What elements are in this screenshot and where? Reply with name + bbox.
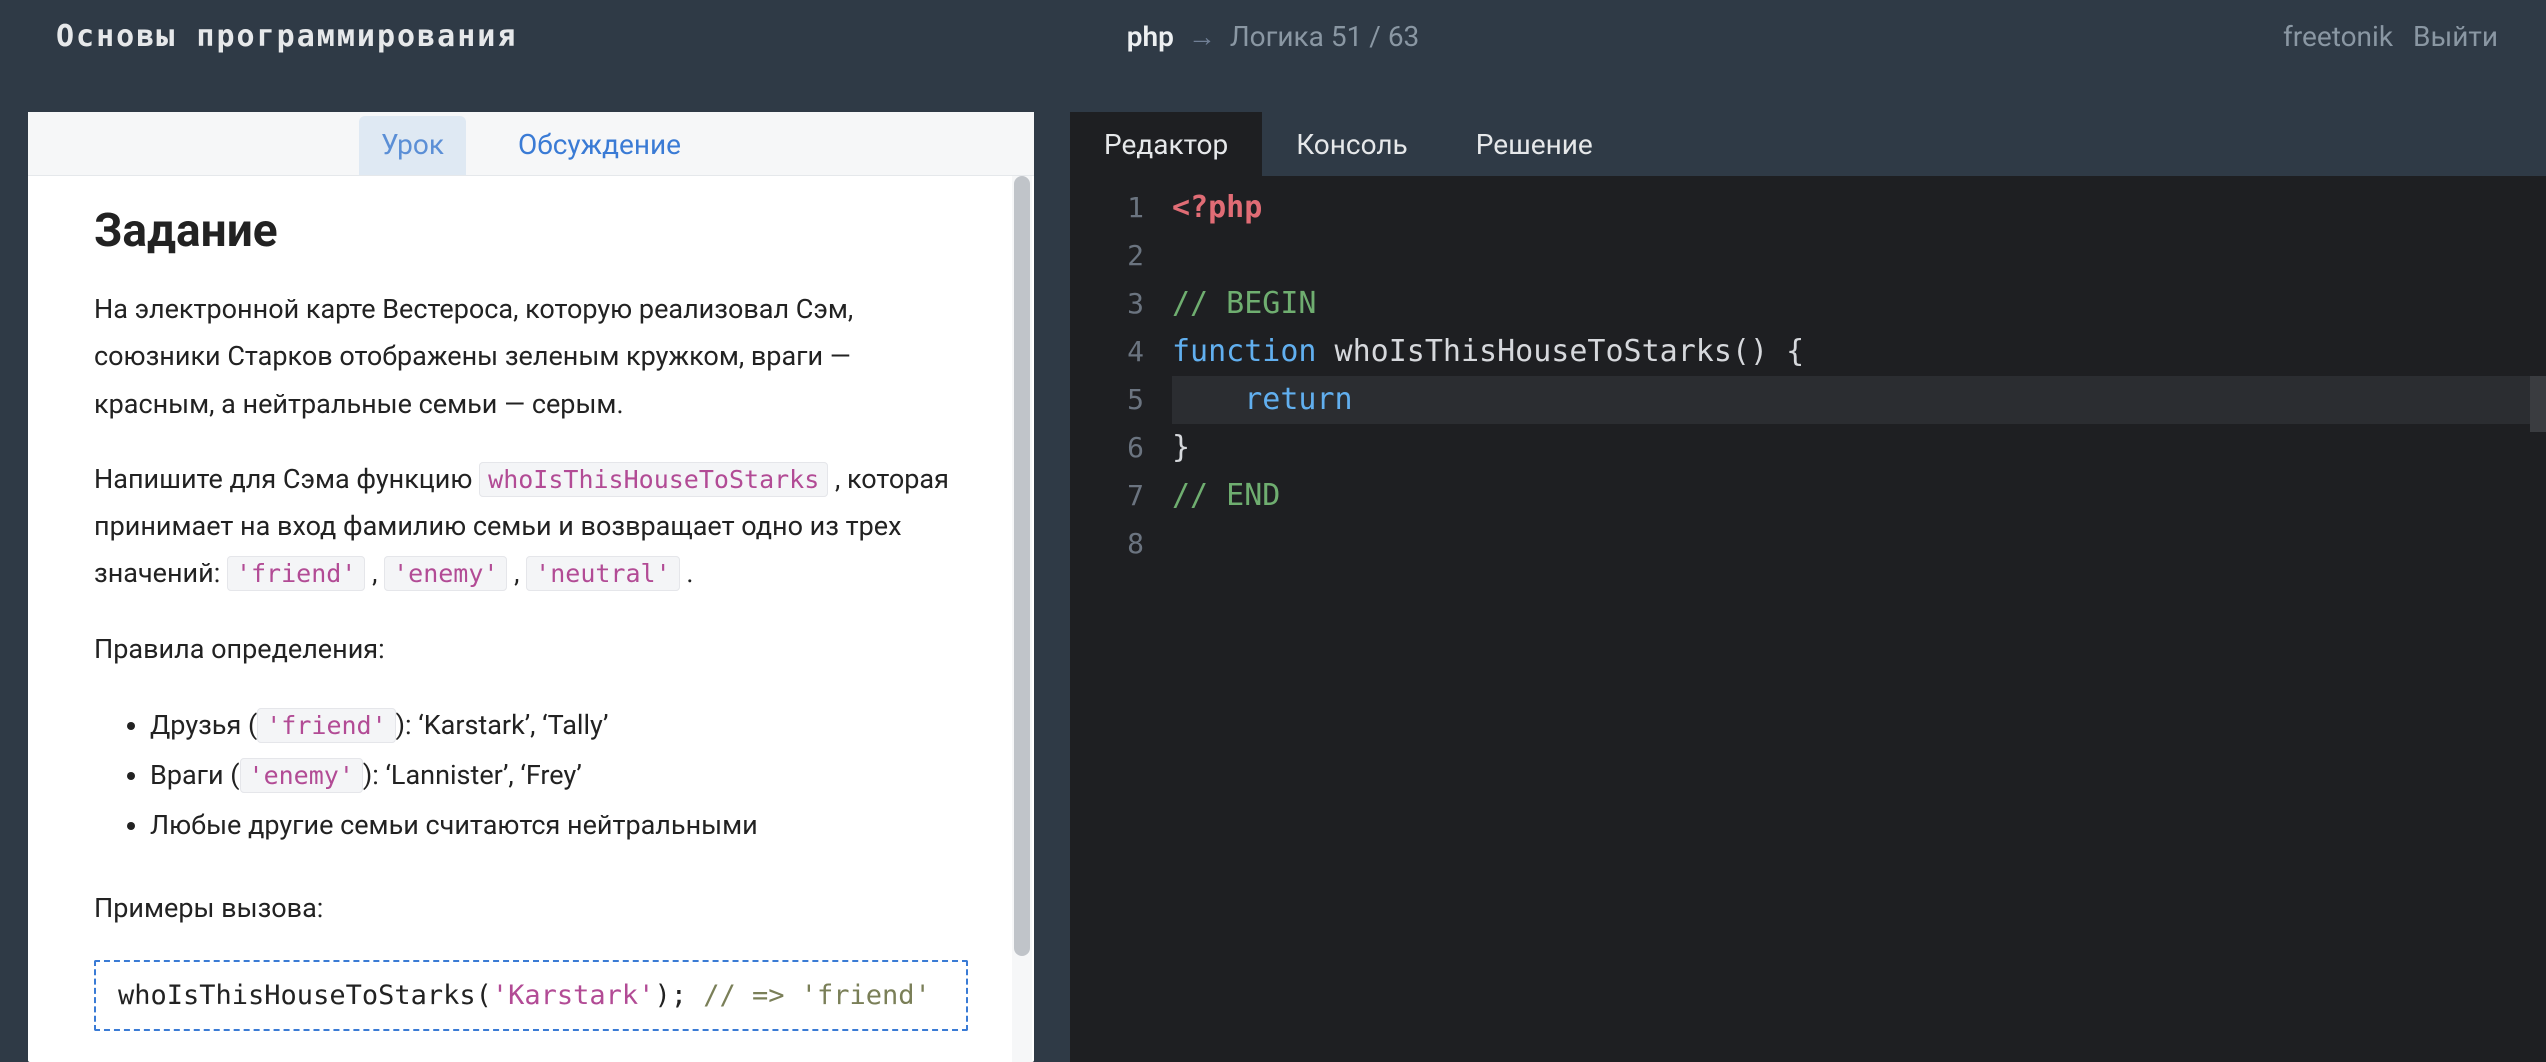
token-keyword: function <box>1172 334 1317 369</box>
left-scrollbar-thumb[interactable] <box>1014 176 1030 956</box>
app-title: Основы программирования <box>56 19 517 54</box>
token-php-open: <?php <box>1172 190 1262 225</box>
assignment-heading: Задание <box>94 204 968 258</box>
code-area[interactable]: <?php // BEGIN function whoIsThisHouseTo… <box>1172 176 2546 1062</box>
line-number: 8 <box>1070 520 1172 568</box>
p2-dot: . <box>680 557 694 589</box>
rule2-b: ): ‘Lannister’, ‘Frey’ <box>363 759 582 791</box>
code-fn-name: whoIsThisHouseToStarks <box>479 462 828 497</box>
rule-neutral: Любые другие семьи считаются нейтральным… <box>150 801 968 851</box>
code-enemy: 'enemy' <box>384 556 507 591</box>
ex-arg: 'Karstark' <box>492 980 655 1011</box>
code-friend: 'friend' <box>227 556 365 591</box>
token-indent <box>1172 382 1244 417</box>
code-line[interactable]: // END <box>1172 472 2546 520</box>
code-line[interactable]: function whoIsThisHouseToStarks() { <box>1172 328 2546 376</box>
code-line[interactable]: // BEGIN <box>1172 280 2546 328</box>
tab-solution[interactable]: Решение <box>1442 112 1627 176</box>
token-comment: // BEGIN <box>1172 286 1317 321</box>
example-codeblock: whoIsThisHouseToStarks('Karstark'); // =… <box>94 960 968 1031</box>
user-box: freetonik Выйти <box>2283 20 2498 53</box>
editor-minimap-mark <box>2530 376 2546 432</box>
rule1-b: ): ‘Karstark’, ‘Tally’ <box>396 709 609 741</box>
assignment-p2: Напишите для Сэма функцию whoIsThisHouse… <box>94 456 968 598</box>
line-number: 3 <box>1070 280 1172 328</box>
split-panels: Урок Обсуждение Задание На электронной к… <box>28 112 2546 1062</box>
left-scrollbar-track[interactable] <box>1012 176 1032 1062</box>
line-number: 5 <box>1070 376 1172 424</box>
line-number: 1 <box>1070 184 1172 232</box>
examples-heading: Примеры вызова: <box>94 885 968 932</box>
code-neutral: 'neutral' <box>526 556 679 591</box>
breadcrumb-pos: 51 <box>1331 20 1362 53</box>
breadcrumb: php → Логика 51 / 63 <box>1127 20 1420 53</box>
code-line[interactable] <box>1172 232 2546 280</box>
breadcrumb-sep: / <box>1369 20 1381 53</box>
ex-fn-close: ); <box>654 980 703 1011</box>
code-line[interactable]: <?php <box>1172 184 2546 232</box>
token-function-name: whoIsThisHouseToStarks <box>1317 334 1732 369</box>
rule-friends: Друзья ('friend'): ‘Karstark’, ‘Tally’ <box>150 701 968 751</box>
line-number: 6 <box>1070 424 1172 472</box>
line-number: 4 <box>1070 328 1172 376</box>
line-number: 7 <box>1070 472 1172 520</box>
token-keyword: return <box>1244 382 1352 417</box>
rule-enemies: Враги ('enemy'): ‘Lannister’, ‘Frey’ <box>150 751 968 801</box>
p2-comma2: , <box>507 557 526 589</box>
tab-editor[interactable]: Редактор <box>1070 112 1262 176</box>
breadcrumb-total: 63 <box>1388 20 1419 53</box>
rule2-code: 'enemy' <box>240 758 363 793</box>
line-number: 2 <box>1070 232 1172 280</box>
editor-panel: Редактор Консоль Решение 1 2 3 4 5 6 7 8… <box>1070 112 2546 1062</box>
token-comment: // END <box>1172 478 1280 513</box>
breadcrumb-section-name: Логика <box>1230 20 1324 53</box>
editor-gutter: 1 2 3 4 5 6 7 8 <box>1070 176 1172 1062</box>
lesson-body: Задание На электронной карте Вестероса, … <box>28 176 1034 1062</box>
rule2-a: Враги ( <box>150 759 240 791</box>
p2-comma1: , <box>365 557 384 589</box>
tab-discussion[interactable]: Обсуждение <box>496 116 703 175</box>
rule1-code: 'friend' <box>257 708 395 743</box>
ex-comment: // => 'friend' <box>703 980 931 1011</box>
tab-console[interactable]: Консоль <box>1262 112 1442 176</box>
rules-list: Друзья ('friend'): ‘Karstark’, ‘Tally’ В… <box>94 701 968 851</box>
code-line[interactable]: } <box>1172 424 2546 472</box>
lesson-panel: Урок Обсуждение Задание На электронной к… <box>28 112 1034 1062</box>
rules-heading: Правила определения: <box>94 626 968 673</box>
code-line[interactable] <box>1172 520 2546 568</box>
code-line-current[interactable]: return <box>1172 376 2546 424</box>
ex-fn-open: whoIsThisHouseToStarks( <box>118 980 492 1011</box>
p2-text-a: Напишите для Сэма функцию <box>94 463 479 495</box>
editor-tabs: Редактор Консоль Решение <box>1070 112 2546 176</box>
breadcrumb-lang[interactable]: php <box>1127 20 1174 53</box>
lesson-tabs: Урок Обсуждение <box>28 112 1034 176</box>
token-punc: () { <box>1732 334 1804 369</box>
username-link[interactable]: freetonik <box>2283 20 2393 53</box>
topbar: Основы программирования php → Логика 51 … <box>0 0 2546 72</box>
tab-lesson[interactable]: Урок <box>359 116 466 175</box>
arrow-right-icon: → <box>1188 20 1216 53</box>
breadcrumb-section: Логика 51 / 63 <box>1230 20 1419 53</box>
token-punc: } <box>1172 430 1190 465</box>
code-editor[interactable]: 1 2 3 4 5 6 7 8 <?php // BEGIN function … <box>1070 176 2546 1062</box>
assignment-p1: На электронной карте Вестероса, которую … <box>94 286 968 428</box>
rule1-a: Друзья ( <box>150 709 257 741</box>
logout-link[interactable]: Выйти <box>2413 20 2498 53</box>
